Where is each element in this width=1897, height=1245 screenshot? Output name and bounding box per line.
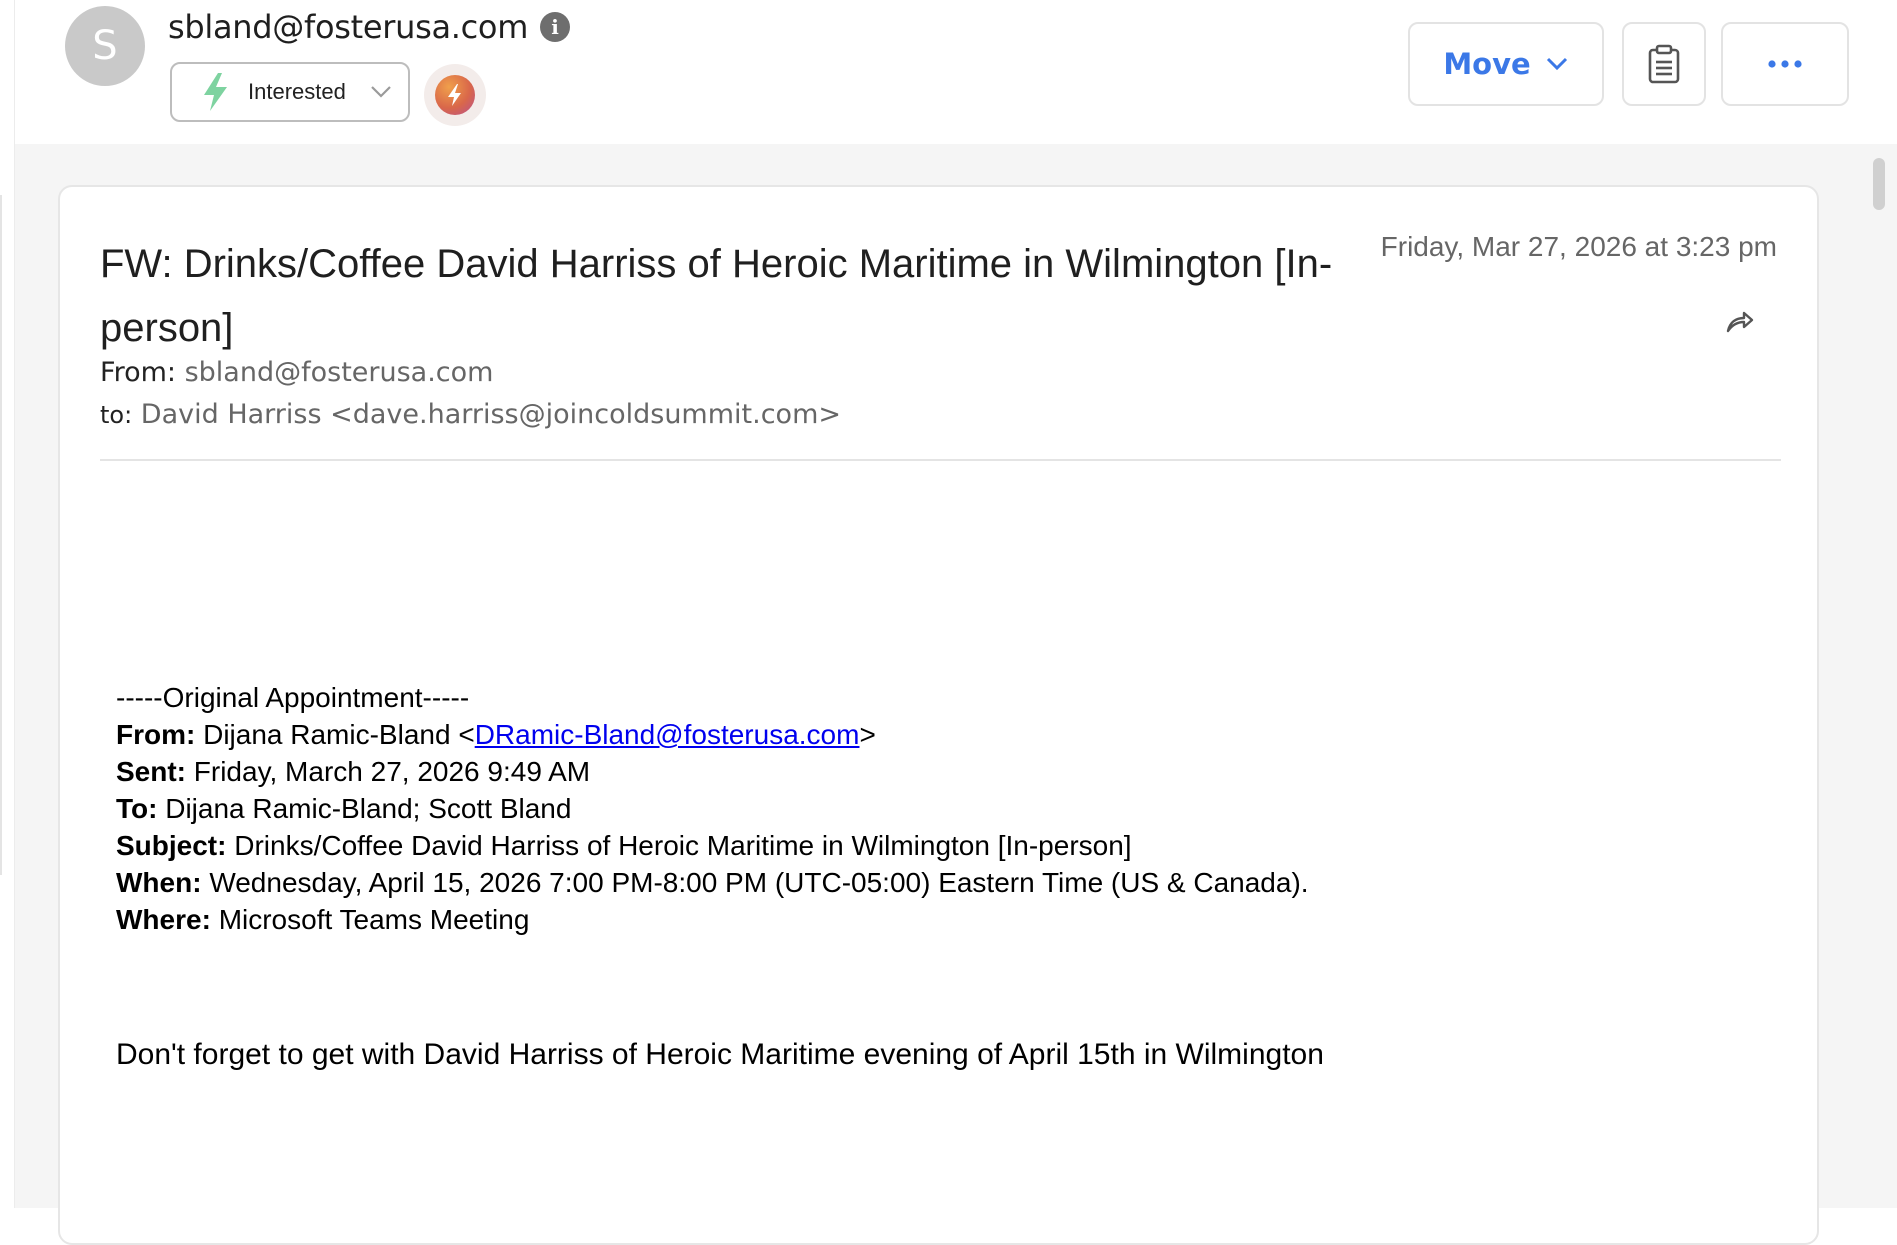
body-from-name: Dijana Ramic-Bland < <box>203 719 475 750</box>
body-sent-label: Sent: <box>116 756 186 787</box>
to-line: to: David Harriss <dave.harriss@joincold… <box>100 399 841 430</box>
avatar: S <box>65 6 145 86</box>
email-body: -----Original Appointment----- From: Dij… <box>116 679 1756 1073</box>
email-header: S sbland@fosterusa.com i Interested Move <box>15 0 1897 144</box>
ai-assist-button[interactable] <box>424 64 486 126</box>
to-value: David Harriss <dave.harriss@joincoldsumm… <box>140 399 841 430</box>
body-sent-value: Friday, March 27, 2026 9:49 AM <box>193 756 591 787</box>
lightning-bolt-icon <box>204 73 227 111</box>
from-label: From: <box>100 357 176 388</box>
chevron-down-icon <box>371 86 391 98</box>
body-from-email-link[interactable]: DRamic-Bland@fosterusa.com <box>475 719 860 750</box>
ai-bolt-icon <box>435 75 475 115</box>
body-subject-value: Drinks/Coffee David Harriss of Heroic Ma… <box>234 830 1132 861</box>
body-when-value: Wednesday, April 15, 2026 7:00 PM-8:00 P… <box>209 867 1309 898</box>
body-to-label: To: <box>116 793 158 824</box>
body-where-value: Microsoft Teams Meeting <box>218 904 530 935</box>
left-panel-edge <box>0 0 15 1208</box>
body-when-line: When: Wednesday, April 15, 2026 7:00 PM-… <box>116 864 1756 901</box>
body-subject-line: Subject: Drinks/Coffee David Harriss of … <box>116 827 1756 864</box>
to-label: to: <box>100 401 133 429</box>
left-panel-divider <box>0 195 2 875</box>
sender-row: sbland@fosterusa.com i <box>168 8 571 46</box>
lead-status-dropdown[interactable]: Interested <box>170 62 410 122</box>
body-note: Don't forget to get with David Harriss o… <box>116 1038 1324 1071</box>
notes-button[interactable] <box>1622 22 1706 106</box>
original-appointment-header: -----Original Appointment----- <box>116 682 470 713</box>
scrollbar-thumb[interactable] <box>1873 158 1885 210</box>
email-subject: FW: Drinks/Coffee David Harriss of Heroi… <box>100 242 1333 350</box>
body-sent-line: Sent: Friday, March 27, 2026 9:49 AM <box>116 753 1756 790</box>
sender-email: sbland@fosterusa.com <box>168 8 529 46</box>
email-date: Friday, Mar 27, 2026 at 3:23 pm <box>1380 231 1777 262</box>
email-viewer: FW: Drinks/Coffee David Harriss of Heroi… <box>15 144 1897 1245</box>
move-button[interactable]: Move <box>1408 22 1604 106</box>
clipboard-icon <box>1648 44 1680 84</box>
info-icon[interactable]: i <box>540 12 571 42</box>
from-line: From: sbland@fosterusa.com <box>100 357 493 388</box>
header-divider <box>100 459 1781 461</box>
body-from-label: From: <box>116 719 196 750</box>
lead-status-label: Interested <box>248 79 346 104</box>
chevron-down-icon <box>1546 57 1567 71</box>
body-where-line: Where: Microsoft Teams Meeting <box>116 901 1756 938</box>
email-card: FW: Drinks/Coffee David Harriss of Heroi… <box>58 185 1819 1245</box>
body-from-line: From: Dijana Ramic-Bland <DRamic-Bland@f… <box>116 716 1756 753</box>
move-button-label: Move <box>1443 47 1531 81</box>
body-subject-label: Subject: <box>116 830 227 861</box>
from-value: sbland@fosterusa.com <box>184 357 494 388</box>
body-where-label: Where: <box>116 904 211 935</box>
body-from-close: > <box>859 719 876 750</box>
forward-icon[interactable] <box>1724 305 1756 337</box>
body-to-value: Dijana Ramic-Bland; Scott Bland <box>165 793 572 824</box>
body-when-label: When: <box>116 867 202 898</box>
more-options-button[interactable] <box>1721 22 1849 106</box>
more-dots-icon <box>1768 60 1802 68</box>
body-to-line: To: Dijana Ramic-Bland; Scott Bland <box>116 790 1756 827</box>
